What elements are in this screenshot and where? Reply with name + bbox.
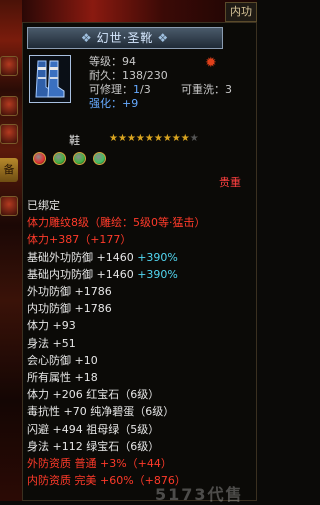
tab-neigong[interactable]: 内功 [225,2,257,22]
watermark: 5173代售 [155,485,244,504]
attribute-line: 所有属性 +18 [27,371,98,384]
title-ornament-left: ❖ [80,31,93,45]
item-rewashable: 可重洗：3 [181,83,232,96]
skill-icon[interactable] [0,124,18,144]
star-icon: ★ [153,133,163,144]
star-icon: ★ [189,133,199,144]
attribute-segment: +390% [137,267,178,281]
attribute-line: 体力雕纹8级（雕绘：5级0等·猛击） [27,216,206,230]
star-icon: ★ [126,133,136,144]
attribute-line: 会心防御 +10 [27,353,98,367]
star-icon: ★ [109,133,118,144]
game-background-top: 内功 [22,0,257,22]
attribute-line: 闪避 +494 祖母绿（5级） [27,422,160,436]
rarity-label: 贵重 [219,176,241,189]
star-icon: ★ [144,133,154,144]
item-name: 幻世·圣靴 [96,31,154,45]
attribute-line: 内功防御 +1786 [27,302,112,316]
skill-icon[interactable] [0,56,18,76]
item-tooltip: ❖ 幻世·圣靴 ❖ ✹ 等级：94 耐久：138/230 可修理：1/3 可重洗：3… [22,22,257,504]
star-icon: ★ [117,133,127,144]
attribute-line: 体力+387（+177） [27,233,132,247]
gem-slot-icon[interactable] [73,152,86,165]
game-background-left: 备 [0,0,22,501]
item-durability: 耐久：138/230 [89,69,168,82]
attribute-segment: 基础内功防御 +1460 [27,267,138,281]
star-icon: ★ [135,133,145,144]
fire-icon: ✹ [205,55,217,71]
item-type: 鞋 [69,134,80,147]
attribute-segment: 基础外功防御 +1460 [27,250,138,264]
attribute-line: 体力 +206 红宝石（6级） [27,388,160,402]
item-level: 等级：94 [89,55,136,68]
attribute-line: 身法 +112 绿宝石（6级） [27,439,160,453]
gem-slot-icon[interactable] [93,152,106,165]
attribute-line: 已绑定 [27,199,60,212]
attribute-line: 外防资质 普通 +3%（+44） [27,457,172,470]
attribute-line: 基础内功防御 +1460 +390% [27,268,178,281]
attribute-line: 毒抗性 +70 纯净碧蛋（6级） [27,405,175,419]
item-title-bar: ❖ 幻世·圣靴 ❖ [27,27,223,49]
attribute-segment: +390% [137,250,178,264]
gem-slot-icon[interactable] [53,152,66,165]
skill-icon[interactable] [0,96,18,116]
title-ornament-right: ❖ [157,31,170,45]
item-repairable: 可修理：1/3 [89,83,151,96]
equipment-side-tab[interactable]: 备 [0,158,18,182]
skill-icon[interactable] [0,196,18,216]
star-rating: ★★★★★★★★★★ [109,133,199,144]
item-icon-frame [29,55,71,103]
attribute-line: 身法 +51 [27,336,76,350]
star-icon: ★ [162,133,172,144]
attribute-line: 体力 +93 [27,319,76,333]
gem-slot-icon[interactable] [33,152,46,165]
star-icon: ★ [171,133,181,144]
attribute-line: 基础外功防御 +1460 +390% [27,251,178,264]
boots-icon [35,60,65,98]
attribute-line: 外功防御 +1786 [27,285,112,298]
star-icon: ★ [180,133,190,144]
item-enhance: 强化：+9 [89,97,139,110]
